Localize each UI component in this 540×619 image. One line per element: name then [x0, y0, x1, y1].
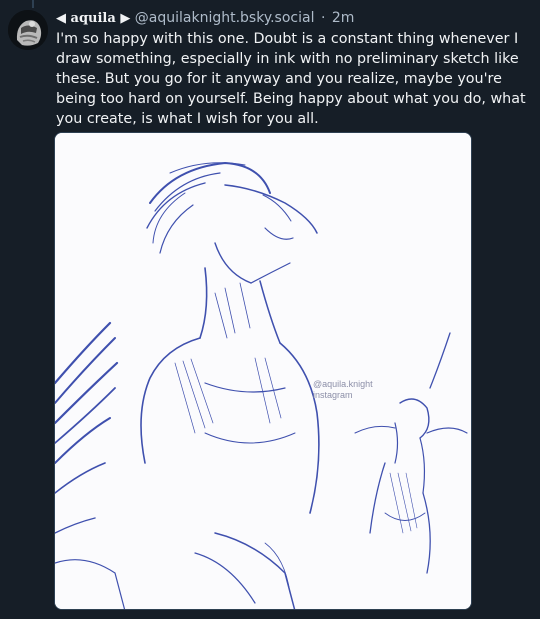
user-handle[interactable]: @aquilaknight.bsky.social [135, 10, 315, 26]
post-timestamp[interactable]: 2m [332, 10, 355, 26]
avatar-image [8, 10, 48, 50]
avatar[interactable] [8, 10, 48, 50]
post: ◀ aquila ▶ @aquilaknight.bsky.social · 2… [56, 8, 534, 129]
post-image[interactable]: @aquila.knight instagram [54, 132, 472, 610]
thread-connector-line [32, 0, 34, 8]
display-name[interactable]: ◀ aquila ▶ [56, 11, 130, 26]
post-text: I'm so happy with this one. Doubt is a c… [56, 31, 526, 127]
watermark-handle: @aquila.knight [313, 379, 373, 389]
ink-sketch-artwork [55, 133, 471, 609]
artist-watermark: @aquila.knight instagram [313, 379, 373, 401]
separator-dot: · [320, 10, 326, 26]
post-header: ◀ aquila ▶ @aquilaknight.bsky.social · 2… [56, 8, 534, 28]
watermark-platform: instagram [313, 390, 353, 400]
